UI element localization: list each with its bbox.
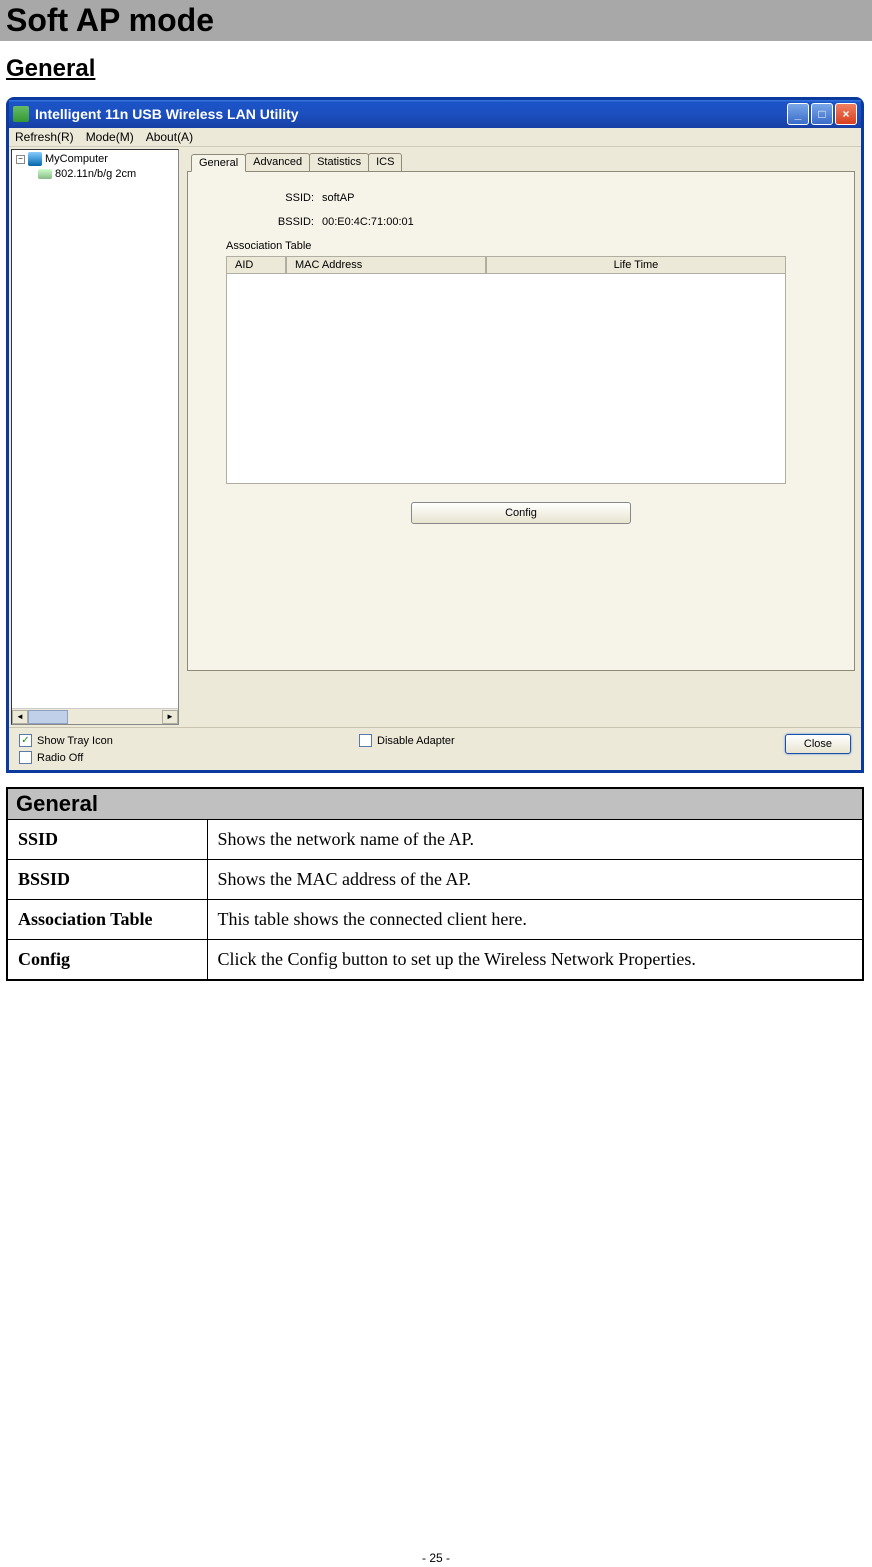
maximize-button[interactable]: □ [811,103,833,125]
app-window: Intelligent 11n USB Wireless LAN Utility… [6,97,864,773]
radio-off-row[interactable]: Radio Off [19,751,359,764]
table-row: BSSID Shows the MAC address of the AP. [7,860,863,900]
config-button-row: Config [202,502,840,524]
ssid-label: SSID: [202,192,322,204]
tab-general[interactable]: General [191,154,246,172]
device-tree[interactable]: − MyComputer 802.11n/b/g 2cm ◄ ► [11,149,179,725]
window-title: Intelligent 11n USB Wireless LAN Utility [35,106,787,122]
window-controls: _ □ × [787,103,857,125]
page-title-bar: Soft AP mode [0,0,872,41]
tree-root-node[interactable]: − MyComputer [12,150,178,168]
tab-panel-general: SSID: softAP BSSID: 00:E0:4C:71:00:01 As… [187,171,855,671]
menu-refresh[interactable]: Refresh(R) [15,130,74,144]
close-window-button[interactable]: × [835,103,857,125]
ssid-row: SSID: softAP [202,192,840,204]
disable-adapter-row[interactable]: Disable Adapter [359,734,455,747]
disable-adapter-checkbox[interactable] [359,734,372,747]
close-button[interactable]: Close [785,734,851,754]
term-association-table: Association Table [7,900,207,940]
reference-table-title: General [7,788,863,820]
table-row: SSID Shows the network name of the AP. [7,820,863,860]
scroll-thumb[interactable] [28,710,68,724]
section-heading-general: General [6,55,872,83]
bssid-value: 00:E0:4C:71:00:01 [322,216,414,228]
page-number: - 25 - [0,1551,872,1565]
checkbox-column-middle: Disable Adapter [359,734,455,747]
config-button[interactable]: Config [411,502,631,524]
term-bssid: BSSID [7,860,207,900]
menu-about[interactable]: About(A) [146,130,193,144]
show-tray-icon-label: Show Tray Icon [37,735,113,747]
page-title: Soft AP mode [6,2,866,39]
tree-root-label: MyComputer [45,153,108,165]
radio-off-checkbox[interactable] [19,751,32,764]
menu-bar: Refresh(R) Mode(M) About(A) [9,128,861,147]
tree-expander-icon[interactable]: − [16,155,25,164]
scroll-left-icon[interactable]: ◄ [12,710,28,724]
column-aid[interactable]: AID [226,256,286,274]
tab-statistics[interactable]: Statistics [309,153,369,171]
window-footer: ✓ Show Tray Icon Radio Off Disable Adapt… [9,727,861,770]
radio-off-label: Radio Off [37,752,83,764]
tab-advanced[interactable]: Advanced [245,153,310,171]
checkbox-column-left: ✓ Show Tray Icon Radio Off [19,734,359,764]
window-titlebar: Intelligent 11n USB Wireless LAN Utility… [9,100,861,128]
minimize-button[interactable]: _ [787,103,809,125]
scroll-right-icon[interactable]: ► [162,710,178,724]
bssid-row: BSSID: 00:E0:4C:71:00:01 [202,216,840,228]
association-table: AID MAC Address Life Time [226,256,786,484]
desc-config: Click the Config button to set up the Wi… [207,940,863,981]
reference-table: General SSID Shows the network name of t… [6,787,864,981]
tab-strip: General Advanced Statistics ICS [191,153,855,171]
computer-icon [28,152,42,166]
association-table-header: AID MAC Address Life Time [226,256,786,274]
desc-ssid: Shows the network name of the AP. [207,820,863,860]
app-icon [13,106,29,122]
table-row: Association Table This table shows the c… [7,900,863,940]
association-table-label: Association Table [226,240,840,252]
menu-mode[interactable]: Mode(M) [86,130,134,144]
column-life-time[interactable]: Life Time [486,256,786,274]
bssid-label: BSSID: [202,216,322,228]
content-panel: General Advanced Statistics ICS SSID: so… [181,147,861,727]
column-mac-address[interactable]: MAC Address [286,256,486,274]
desc-bssid: Shows the MAC address of the AP. [207,860,863,900]
tree-child-node[interactable]: 802.11n/b/g 2cm [12,168,178,180]
tab-ics[interactable]: ICS [368,153,402,171]
tree-child-label: 802.11n/b/g 2cm [55,168,136,180]
adapter-icon [38,169,52,179]
desc-association-table: This table shows the connected client he… [207,900,863,940]
tree-scrollbar[interactable]: ◄ ► [12,708,178,724]
window-body: − MyComputer 802.11n/b/g 2cm ◄ ► General… [9,147,861,727]
association-table-body[interactable] [226,274,786,484]
ssid-value: softAP [322,192,354,204]
term-ssid: SSID [7,820,207,860]
disable-adapter-label: Disable Adapter [377,735,455,747]
show-tray-icon-checkbox[interactable]: ✓ [19,734,32,747]
term-config: Config [7,940,207,981]
show-tray-icon-row[interactable]: ✓ Show Tray Icon [19,734,359,747]
table-row: Config Click the Config button to set up… [7,940,863,981]
